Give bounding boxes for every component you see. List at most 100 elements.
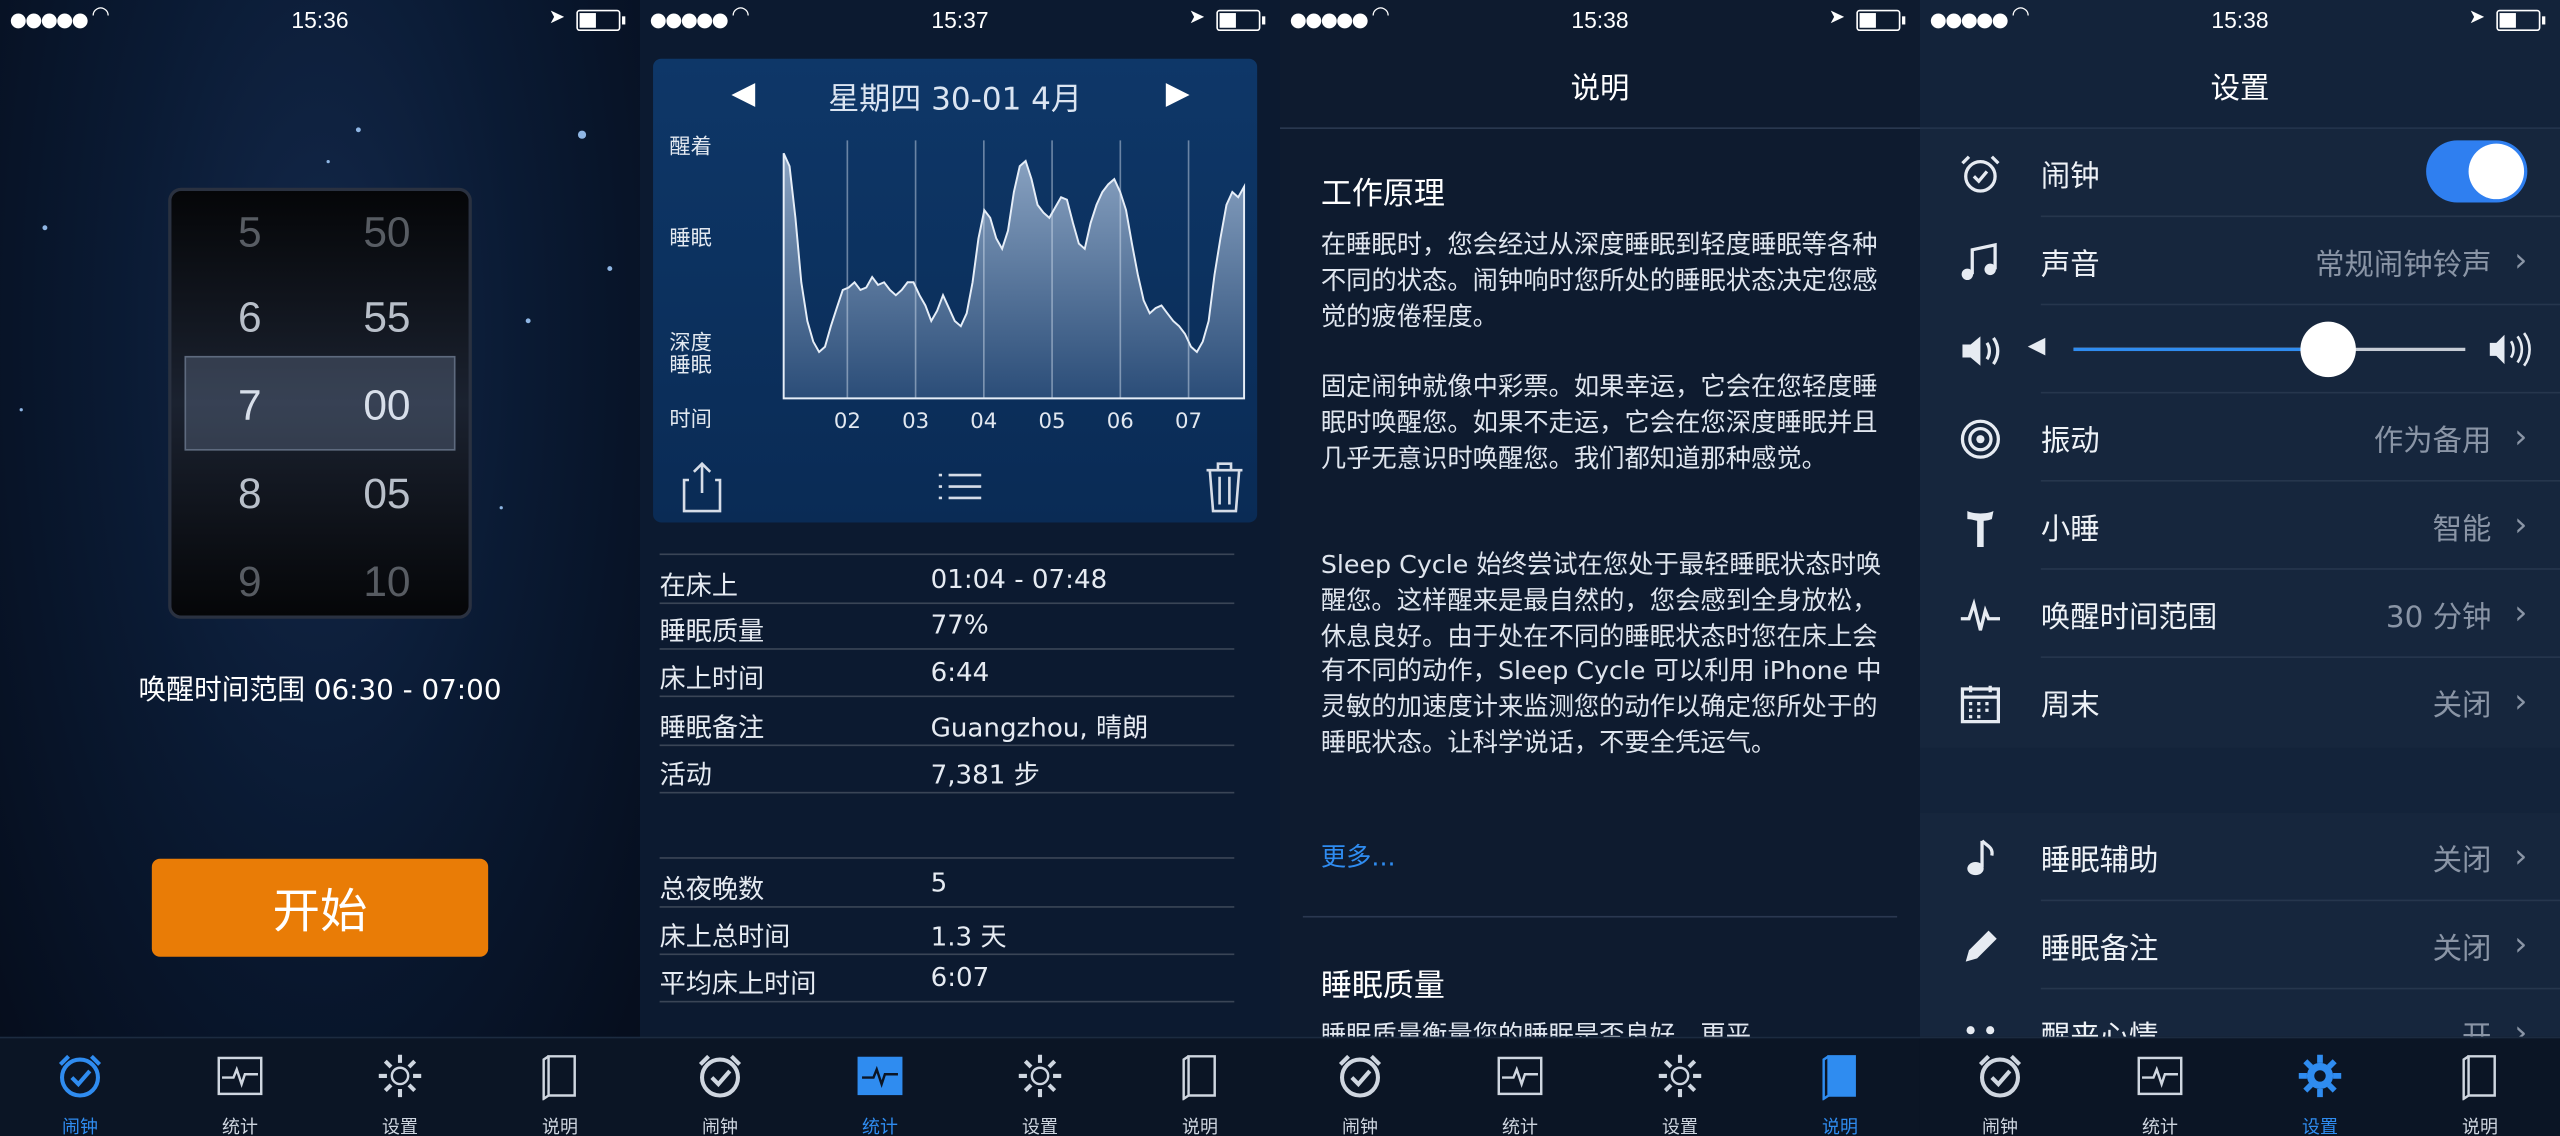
tab-label: 设置	[1022, 1116, 1058, 1136]
note-icon	[1967, 839, 1994, 876]
setting-label: 小睡	[2040, 512, 2100, 547]
row-value: 7,381 步	[930, 759, 1040, 791]
setting-label: 声音	[2040, 248, 2100, 283]
table-row[interactable]: 睡眠备注 Guangzhou, 晴朗	[659, 697, 1235, 747]
x-tick-label: 07	[1175, 409, 1203, 435]
tab-about[interactable]: 说明	[1760, 1038, 1920, 1136]
setting-label: 振动	[2040, 424, 2100, 459]
hour-option[interactable]: 5	[193, 207, 307, 258]
start-button[interactable]: 开始	[151, 858, 489, 957]
row-value: Guangzhou, 晴朗	[930, 711, 1149, 743]
setting-label: 闹钟	[2040, 160, 2100, 195]
hour-option[interactable]: 8	[193, 469, 307, 520]
setting-value: 关闭	[2432, 844, 2492, 879]
share-icon[interactable]	[682, 460, 722, 513]
minute-option[interactable]: 10	[330, 557, 444, 608]
trash-icon[interactable]	[1205, 460, 1244, 513]
setting-row-wake-range[interactable]: 唤醒时间范围 30 分钟 ›	[1920, 570, 2560, 658]
tab-alarm[interactable]: 闹钟	[1920, 1038, 2080, 1136]
minute-option[interactable]: 05	[330, 469, 444, 520]
setting-row-vibration[interactable]: 振动 作为备用 ›	[1920, 393, 2560, 482]
location-icon: ➤	[1828, 4, 1845, 28]
vibration-icon	[1960, 419, 2000, 459]
volume-slider-knob[interactable]	[2300, 321, 2356, 378]
sleep-area-series	[782, 152, 1246, 400]
hour-option[interactable]: 9	[193, 557, 307, 608]
row-value: 6:07	[930, 961, 990, 993]
alarm-clock-icon	[58, 1054, 102, 1098]
x-tick-label: 03	[902, 409, 930, 435]
setting-label: 唤醒时间范围	[2040, 600, 2218, 636]
tab-label: 说明	[2462, 1116, 2498, 1136]
tab-alarm[interactable]: 闹钟	[0, 1038, 160, 1136]
tab-stats[interactable]: 统计	[1440, 1038, 1600, 1136]
row-key: 睡眠备注	[659, 711, 765, 743]
tab-label: 设置	[1662, 1116, 1698, 1136]
setting-row-weekend[interactable]: 周末 关闭 ›	[1920, 658, 2560, 746]
setting-value: 作为备用	[2373, 424, 2492, 459]
table-row: 平均床上时间 6:07	[659, 953, 1235, 1003]
minute-option[interactable]: 50	[330, 207, 444, 258]
gear-icon	[378, 1054, 422, 1098]
tab-label: 统计	[862, 1116, 898, 1136]
tab-alarm[interactable]: 闹钟	[1280, 1038, 1440, 1136]
pulse-icon	[1960, 598, 2000, 631]
tab-settings[interactable]: 设置	[320, 1038, 480, 1136]
status-time: 15:38	[1571, 6, 1629, 33]
setting-row-sound[interactable]: 声音 常规闹钟铃声 ›	[1920, 217, 2560, 306]
tab-about[interactable]: 说明	[1120, 1038, 1280, 1136]
tab-settings[interactable]: 设置	[2240, 1038, 2400, 1136]
setting-row-snooze[interactable]: 小睡 智能 ›	[1920, 482, 2560, 570]
tab-about[interactable]: 说明	[480, 1038, 640, 1136]
table-row: 床上时间 6:44	[659, 648, 1235, 698]
setting-value: 关闭	[2432, 688, 2492, 724]
volume-icon	[1962, 336, 2000, 366]
setting-row-sleep-aid[interactable]: 睡眠辅助 关闭 ›	[1920, 813, 2560, 902]
hour-option[interactable]: 6	[193, 292, 307, 343]
minute-option[interactable]: 55	[330, 292, 444, 343]
table-row: 在床上 01:04 - 07:48	[659, 553, 1235, 605]
chevron-right-icon: ›	[2514, 416, 2528, 456]
x-tick-label: 04	[970, 409, 998, 435]
tab-about[interactable]: 说明	[2400, 1038, 2560, 1136]
tab-stats[interactable]: 统计	[160, 1038, 320, 1136]
setting-row-alarm[interactable]: 闹钟	[1920, 129, 2560, 218]
list-icon[interactable]	[937, 470, 983, 503]
tab-stats[interactable]: 统计	[800, 1038, 960, 1136]
tab-label: 闹钟	[702, 1116, 738, 1136]
row-value: 1.3 天	[930, 920, 1007, 952]
status-bar: ●●●●● ◠ 15:38 ➤	[1280, 0, 1920, 42]
setting-value: 智能	[2432, 512, 2492, 547]
row-value: 01:04 - 07:48	[930, 563, 1108, 595]
alarm-screen: ●●●●● ◠ 15:36 ➤ 5 6 7 8 9 50 55 00 05 10…	[0, 0, 640, 1136]
table-row: 床上总时间 1.3 天	[659, 906, 1235, 956]
setting-row-sleep-notes[interactable]: 睡眠备注 关闭 ›	[1920, 901, 2560, 990]
tab-settings[interactable]: 设置	[960, 1038, 1120, 1136]
setting-row-volume: ◀	[1920, 305, 2560, 394]
gear-icon	[1658, 1054, 1702, 1098]
setting-label: 睡眠辅助	[2040, 844, 2159, 879]
tab-settings[interactable]: 设置	[1600, 1038, 1760, 1136]
section-heading: 工作原理	[1320, 176, 1445, 213]
paragraph: 睡眠质量衡量您的睡眠是否良好，更平	[1320, 1020, 1752, 1039]
book-icon	[542, 1055, 576, 1101]
section-divider	[1302, 915, 1898, 918]
alarm-toggle[interactable]	[2426, 140, 2528, 203]
tab-label: 说明	[542, 1116, 578, 1136]
row-key: 平均床上时间	[659, 968, 817, 1000]
status-time: 15:37	[931, 6, 989, 33]
volume-low-icon: ◀	[2027, 333, 2046, 360]
music-note-icon	[1961, 242, 1997, 280]
setting-value: 关闭	[2432, 932, 2492, 967]
tab-stats[interactable]: 统计	[2080, 1038, 2240, 1136]
table-row: 活动 7,381 步	[659, 744, 1235, 794]
row-key: 总夜晚数	[659, 873, 765, 905]
tab-alarm[interactable]: 闹钟	[640, 1038, 800, 1136]
more-link[interactable]: 更多...	[1321, 838, 1396, 874]
volume-slider[interactable]	[2073, 321, 2466, 378]
paragraph: 固定闹钟就像中彩票。如果幸运，它会在您轻度睡眠时唤醒您。如果不走运，它会在您深度…	[1320, 372, 1878, 473]
wake-range-label: 唤醒时间范围 06:30 - 07:00	[138, 674, 502, 707]
section-heading: 睡眠质量	[1320, 968, 1445, 1005]
status-bar: ●●●●● ◠ 15:38 ➤	[1920, 0, 2560, 42]
table-row: 总夜晚数 5	[659, 857, 1235, 908]
